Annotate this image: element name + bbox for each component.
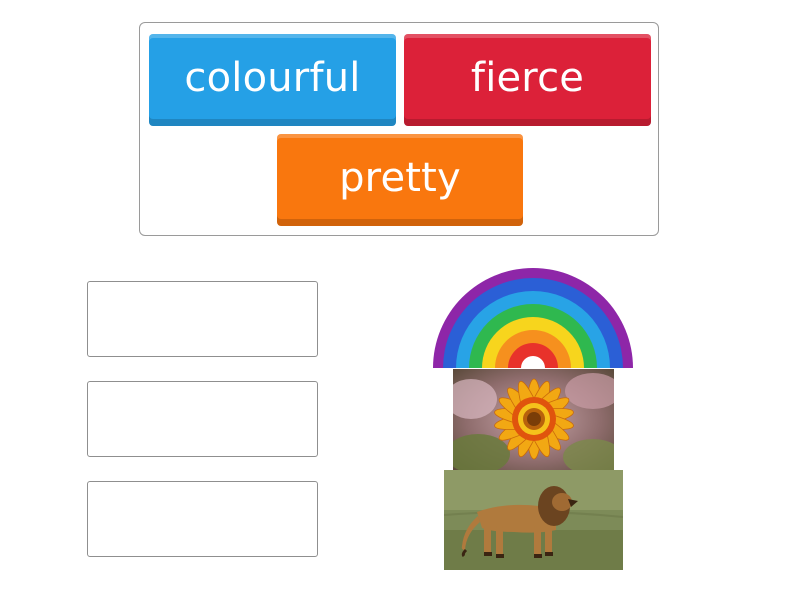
drop-slot-3[interactable] [87, 481, 318, 557]
drop-slot-2[interactable] [87, 381, 318, 457]
word-tile-colourful[interactable]: colourful [149, 34, 396, 126]
lion-image [444, 470, 623, 570]
drop-slot-1[interactable] [87, 281, 318, 357]
word-tile-fierce[interactable]: fierce [404, 34, 651, 126]
word-tile-label: colourful [184, 55, 361, 101]
word-tile-label: pretty [339, 155, 461, 201]
flower-image [453, 369, 614, 470]
rainbow-image [433, 268, 633, 368]
word-tile-pretty[interactable]: pretty [277, 134, 523, 226]
word-tile-label: fierce [470, 55, 585, 101]
